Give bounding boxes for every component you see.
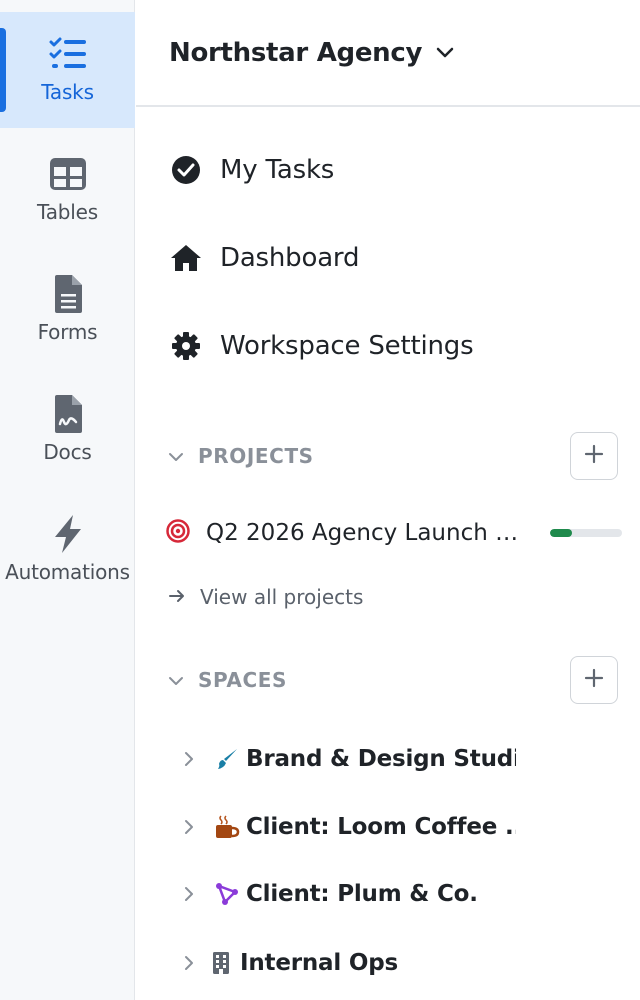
lightning-icon bbox=[51, 514, 85, 554]
nav-item-label: My Tasks bbox=[220, 155, 335, 185]
space-name: Brand & Design Studio bbox=[246, 746, 516, 772]
chevron-right-icon[interactable] bbox=[180, 751, 198, 767]
coffee-icon bbox=[214, 814, 240, 840]
projects-heading: PROJECTS bbox=[198, 444, 314, 468]
plus-icon bbox=[584, 668, 604, 692]
rail-item-label: Tasks bbox=[41, 80, 94, 104]
space-name: Client: Plum & Co. bbox=[246, 881, 478, 907]
workspace-name: Northstar Agency bbox=[169, 37, 423, 68]
rail-item-tasks[interactable]: Tasks bbox=[0, 12, 135, 128]
space-name: Internal Ops bbox=[240, 950, 398, 976]
building-icon bbox=[208, 950, 234, 976]
space-item-plum-co[interactable]: Client: Plum & Co. bbox=[180, 871, 478, 917]
arrow-right-icon bbox=[168, 588, 186, 607]
projects-section-toggle[interactable]: PROJECTS bbox=[168, 433, 314, 479]
spaces-heading: SPACES bbox=[198, 668, 288, 692]
view-all-projects-link[interactable]: View all projects bbox=[168, 578, 363, 616]
tasks-icon bbox=[48, 34, 88, 74]
paintbrush-icon bbox=[214, 746, 240, 772]
rail-item-forms[interactable]: Forms bbox=[0, 252, 135, 368]
chevron-down-icon bbox=[168, 447, 184, 466]
progress-fill bbox=[550, 529, 572, 537]
plus-icon bbox=[584, 444, 604, 468]
nav-item-workspace-settings[interactable]: Workspace Settings bbox=[170, 321, 474, 371]
project-item[interactable]: Q2 2026 Agency Launch P... bbox=[166, 510, 626, 556]
chevron-down-icon bbox=[436, 47, 454, 59]
gear-icon bbox=[170, 330, 202, 362]
nav-item-dashboard[interactable]: Dashboard bbox=[170, 233, 359, 283]
home-icon bbox=[170, 242, 202, 274]
rail-item-automations[interactable]: Automations bbox=[0, 492, 135, 608]
nav-item-my-tasks[interactable]: My Tasks bbox=[170, 145, 334, 195]
table-icon bbox=[48, 154, 88, 194]
rail-item-tables[interactable]: Tables bbox=[0, 132, 135, 248]
form-icon bbox=[52, 274, 84, 314]
doc-icon bbox=[52, 394, 84, 434]
space-item-brand-design[interactable]: Brand & Design Studio bbox=[180, 736, 516, 782]
check-circle-icon bbox=[170, 154, 202, 186]
chevron-right-icon[interactable] bbox=[180, 886, 198, 902]
active-indicator bbox=[0, 28, 6, 112]
chevron-right-icon[interactable] bbox=[180, 955, 198, 971]
chevron-right-icon[interactable] bbox=[180, 819, 198, 835]
space-item-loom-coffee[interactable]: Client: Loom Coffee ... bbox=[180, 804, 516, 850]
chevron-down-icon bbox=[168, 671, 184, 690]
spaces-section-toggle[interactable]: SPACES bbox=[168, 657, 287, 703]
rail-item-label: Automations bbox=[5, 560, 130, 584]
network-icon bbox=[214, 881, 240, 907]
space-name: Client: Loom Coffee ... bbox=[246, 814, 516, 840]
nav-item-label: Workspace Settings bbox=[220, 331, 474, 361]
project-name: Q2 2026 Agency Launch P... bbox=[206, 520, 524, 546]
project-progress-bar bbox=[550, 529, 622, 537]
rail-item-docs[interactable]: Docs bbox=[0, 372, 135, 488]
rail-item-label: Tables bbox=[37, 200, 98, 224]
view-all-label: View all projects bbox=[200, 585, 364, 609]
nav-item-label: Dashboard bbox=[220, 243, 360, 273]
app-rail: Tasks Tables Forms Docs Automations bbox=[0, 0, 135, 1000]
navigation-panel: Northstar Agency My Tasks Dashboard Work… bbox=[136, 0, 640, 1000]
target-icon bbox=[166, 519, 190, 547]
add-space-button[interactable] bbox=[570, 656, 618, 704]
add-project-button[interactable] bbox=[570, 432, 618, 480]
rail-item-label: Forms bbox=[37, 320, 98, 344]
workspace-switcher[interactable]: Northstar Agency bbox=[136, 0, 640, 107]
space-item-internal-ops[interactable]: Internal Ops bbox=[180, 940, 398, 986]
rail-item-label: Docs bbox=[43, 440, 92, 464]
